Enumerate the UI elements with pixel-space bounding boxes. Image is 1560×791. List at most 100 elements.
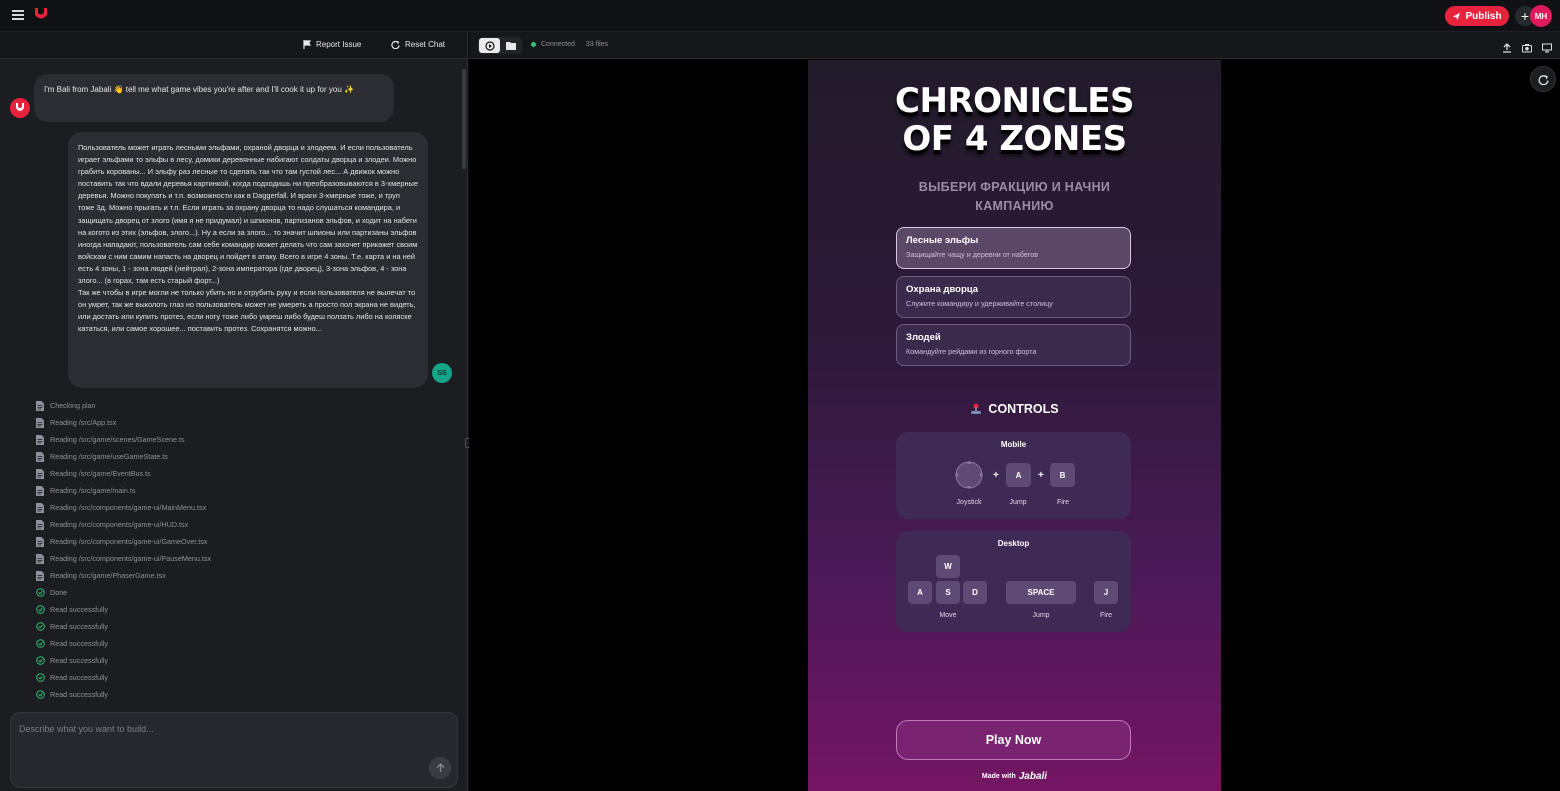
brand-logo: Jabali bbox=[1018, 771, 1048, 782]
faction-option-villain[interactable]: Злодей Командуйте рейдами из горного фор… bbox=[896, 324, 1131, 366]
key-d: D bbox=[963, 581, 987, 604]
upload-icon[interactable] bbox=[1502, 40, 1512, 53]
publish-button[interactable]: Publish bbox=[1445, 6, 1509, 26]
agent-step-text: Reading /src/game/PhaserGame.tsx bbox=[50, 571, 166, 580]
document-icon bbox=[36, 468, 45, 479]
agent-step-text: Read successfully bbox=[50, 622, 108, 631]
mobile-controls-card: Mobile + A + B Joystick Jump Fire bbox=[896, 432, 1131, 519]
agent-step-text: Reading /src/game/useGameState.ts bbox=[50, 452, 168, 461]
agent-step: Reading /src/game/useGameState.ts bbox=[36, 448, 436, 465]
label-jump: Jump bbox=[1032, 612, 1050, 619]
controls-title: CONTROLS bbox=[988, 402, 1059, 416]
refresh-icon bbox=[1537, 74, 1549, 85]
faction-name: Лесные эльфы bbox=[906, 235, 979, 246]
label-fire: Fire bbox=[1099, 612, 1113, 619]
title-line-2: OF 4 ZONES bbox=[902, 119, 1127, 159]
connection-status: Connected 33 files bbox=[531, 41, 608, 48]
faction-desc: Защищайте чащу и деревни от набегов bbox=[906, 250, 1039, 259]
status-text: Connected bbox=[541, 41, 575, 48]
desktop-title: Desktop bbox=[997, 539, 1030, 548]
agent-step-text: Done bbox=[50, 588, 68, 597]
faction-desc: Служите командиру и удерживайте столицу bbox=[906, 299, 1053, 308]
preview-panel: Connected 33 files CHRONICLES OF 4 ZONES… bbox=[469, 32, 1560, 791]
agent-step: Done bbox=[36, 584, 436, 601]
document-icon bbox=[36, 536, 45, 547]
key-space: SPACE bbox=[1006, 581, 1076, 604]
agent-step-text: Reading /src/game/EventBus.ts bbox=[50, 469, 151, 478]
agent-step-text: Reading /src/game/main.ts bbox=[50, 486, 136, 495]
play-now-button[interactable]: Play Now bbox=[896, 720, 1131, 760]
check-circle-icon bbox=[36, 672, 45, 683]
reset-icon bbox=[391, 40, 400, 49]
user-avatar-ss: SS bbox=[432, 363, 452, 383]
report-issue-button[interactable]: Report Issue bbox=[303, 40, 361, 49]
monitor-icon[interactable] bbox=[1542, 40, 1552, 53]
game-canvas: CHRONICLES OF 4 ZONES ВЫБЕРИ ФРАКЦИЮ И Н… bbox=[808, 60, 1221, 791]
flag-icon bbox=[303, 40, 311, 49]
chat-header: Report Issue Reset Chat bbox=[0, 32, 467, 59]
agent-step-text: Read successfully bbox=[50, 639, 108, 648]
made-with-label: Made with bbox=[981, 773, 1016, 780]
status-dot bbox=[531, 42, 536, 47]
agent-step: Reading /src/components/game-ui/MainMenu… bbox=[36, 499, 436, 516]
key-s: S bbox=[936, 581, 960, 604]
mobile-key-b: B bbox=[1050, 463, 1075, 487]
document-icon bbox=[36, 434, 45, 445]
check-circle-icon bbox=[36, 621, 45, 632]
check-circle-icon bbox=[36, 587, 45, 598]
document-icon bbox=[36, 400, 45, 411]
refresh-preview-button[interactable] bbox=[1530, 66, 1556, 92]
faction-name: Злодей bbox=[906, 332, 941, 343]
plus-sign: + bbox=[1038, 470, 1044, 481]
check-circle-icon bbox=[36, 604, 45, 615]
label-jump: Jump bbox=[1009, 499, 1027, 506]
preview-header: Connected 33 files bbox=[469, 32, 1560, 59]
game-subtitle: ВЫБЕРИ ФРАКЦИЮ И НАЧНИ КАМПАНИЮ bbox=[808, 178, 1221, 216]
agent-step-text: Read successfully bbox=[50, 605, 108, 614]
agent-step-text: Reading /src/components/game-ui/HUD.tsx bbox=[50, 520, 189, 529]
check-circle-icon bbox=[36, 638, 45, 649]
joystick-icon bbox=[971, 403, 982, 414]
mobile-key-a: A bbox=[1006, 463, 1031, 487]
faction-option-elves[interactable]: Лесные эльфы Защищайте чащу и деревни от… bbox=[896, 227, 1131, 269]
subtitle-line-1: ВЫБЕРИ ФРАКЦИЮ И НАЧНИ bbox=[918, 180, 1111, 194]
reset-chat-button[interactable]: Reset Chat bbox=[391, 40, 445, 49]
publish-icon bbox=[1453, 12, 1461, 20]
prompt-input[interactable] bbox=[19, 721, 439, 737]
files-tab[interactable] bbox=[500, 38, 521, 53]
agent-step: Checking plan bbox=[36, 397, 436, 414]
agent-step: Reading /src/App.tsx bbox=[36, 414, 436, 431]
file-count: 33 files bbox=[585, 41, 609, 48]
user-avatar[interactable]: MH bbox=[1530, 5, 1552, 27]
jabali-logo[interactable] bbox=[34, 7, 48, 23]
controls-heading: CONTROLS bbox=[808, 402, 1221, 416]
plus-sign: + bbox=[993, 470, 999, 481]
document-icon bbox=[36, 502, 45, 513]
prompt-box[interactable] bbox=[10, 712, 458, 788]
key-a: A bbox=[908, 581, 932, 604]
desktop-controls-card: Desktop W A S D SPACE J Move Jump Fire bbox=[896, 531, 1131, 632]
agent-step: Reading /src/components/game-ui/HUD.tsx bbox=[36, 516, 436, 533]
user-message: Пользователь может играть лесными эльфам… bbox=[68, 132, 428, 388]
menu-icon[interactable] bbox=[12, 10, 24, 20]
camera-icon[interactable] bbox=[1522, 40, 1532, 53]
agent-steps: Checking plan Reading /src/App.tsx Reading… bbox=[36, 397, 436, 703]
label-fire: Fire bbox=[1056, 499, 1070, 506]
agent-step-text: Reading /src/App.tsx bbox=[50, 418, 117, 427]
title-line-1: CHRONICLES bbox=[895, 81, 1134, 121]
send-button[interactable] bbox=[429, 757, 451, 779]
preview-tab[interactable] bbox=[479, 38, 500, 53]
faction-option-guard[interactable]: Охрана дворца Служите командиру и удержи… bbox=[896, 276, 1131, 318]
preview-actions bbox=[1502, 40, 1552, 53]
agent-step: Read successfully bbox=[36, 669, 436, 686]
made-with-badge[interactable]: Made with Jabali bbox=[808, 771, 1221, 782]
reset-chat-label: Reset Chat bbox=[405, 40, 446, 49]
document-icon bbox=[36, 451, 45, 462]
play-circle-icon bbox=[484, 40, 495, 51]
key-w: W bbox=[936, 555, 960, 578]
bot-avatar bbox=[10, 98, 30, 118]
mobile-title: Mobile bbox=[1000, 440, 1027, 449]
jabali-avatar-icon bbox=[16, 103, 24, 111]
chat-scrollbar[interactable] bbox=[462, 69, 466, 169]
agent-step: Reading /src/game/main.ts bbox=[36, 482, 436, 499]
